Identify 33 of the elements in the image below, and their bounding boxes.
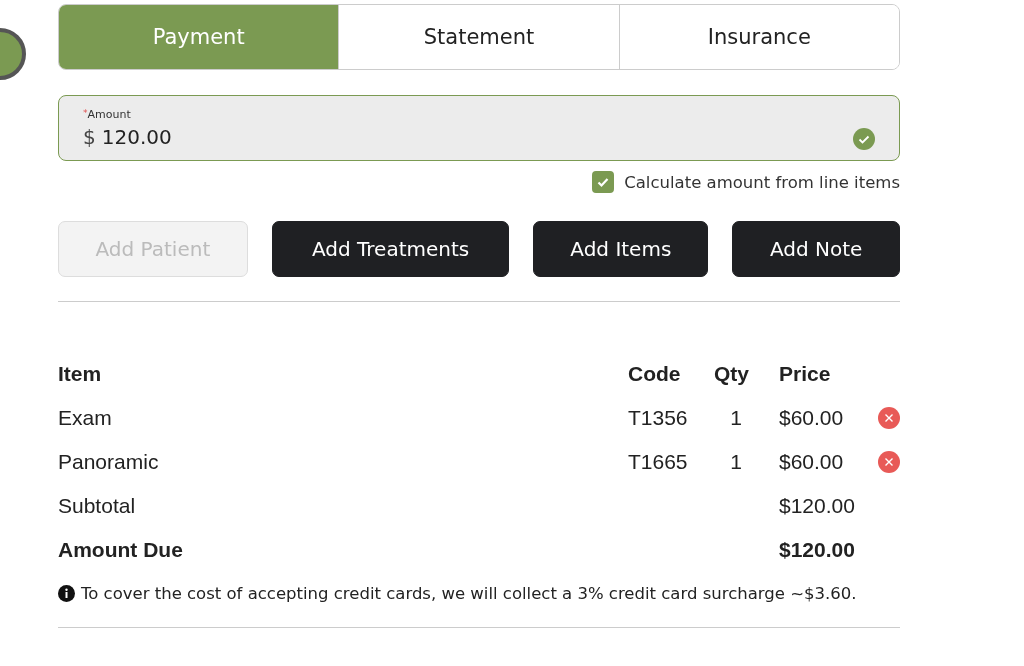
checkbox[interactable]: [592, 171, 615, 193]
tab[interactable]: Insurance: [618, 5, 899, 69]
add-button[interactable]: Add Note: [732, 221, 900, 277]
table-cell-text: Exam: [58, 405, 113, 431]
table-cell-text: 1: [729, 449, 743, 475]
check-circle-icon: [853, 128, 875, 150]
subtotal-value: $120.00: [778, 493, 856, 519]
column-header: Price: [778, 361, 832, 387]
amount-field[interactable]: *Amount $ 120.00: [58, 95, 900, 161]
field-value: 120.00: [101, 125, 172, 149]
subtotal-label: Subtotal: [58, 493, 137, 519]
table-cell-text: T1665: [628, 449, 689, 475]
table-cell-text: Panoramic: [58, 449, 160, 475]
table-cell-text: $60.00: [778, 405, 845, 431]
remove-icon[interactable]: [878, 451, 900, 473]
info-icon: [58, 585, 75, 602]
table-cell-text: 1: [729, 405, 743, 431]
column-header: Code: [628, 361, 682, 387]
column-header: Qty: [714, 361, 750, 387]
field-label: *Amount: [83, 108, 132, 121]
add-button[interactable]: Add Treatments: [271, 221, 510, 277]
table-cell-text: $60.00: [778, 449, 845, 475]
remove-icon[interactable]: [878, 407, 900, 429]
required-mark: *: [83, 108, 88, 118]
column-header: Item: [58, 361, 103, 387]
checkmark-icon: [596, 175, 611, 189]
add-button[interactable]: Add Items: [533, 221, 709, 277]
currency-symbol: $: [83, 125, 96, 149]
total-value: $120.00: [778, 537, 856, 563]
surcharge-note: To cover the cost of accepting credit cards, we will collect a 3% credit card surcharge ~$3.60.: [81, 584, 857, 603]
checkbox-label: Calculate amount from line items: [624, 172, 900, 192]
total-label: Amount Due: [58, 537, 184, 563]
table-cell-text: T1356: [628, 405, 689, 431]
